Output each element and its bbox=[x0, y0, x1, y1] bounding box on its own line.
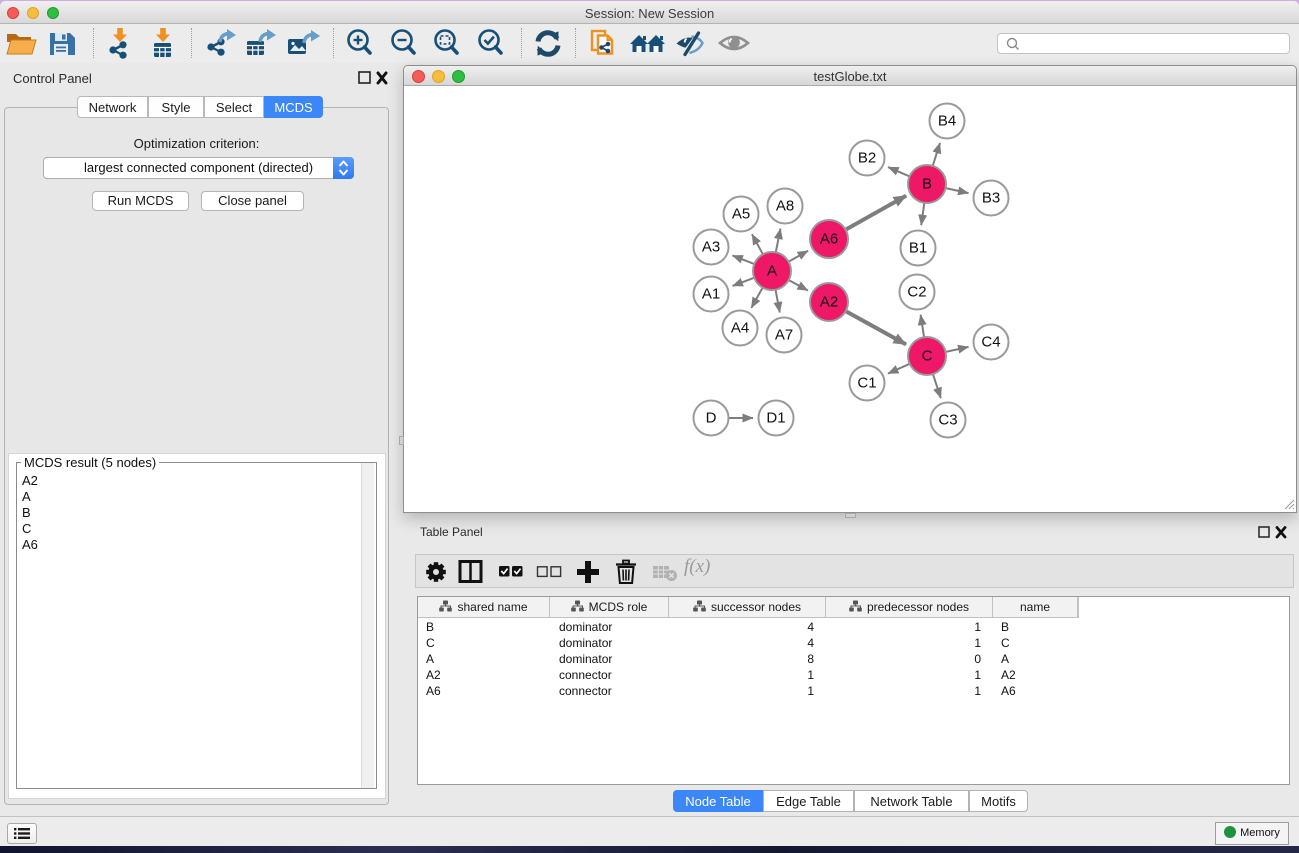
svg-text:C4: C4 bbox=[981, 334, 1000, 351]
svg-text:A6: A6 bbox=[820, 231, 838, 248]
svg-text:A2: A2 bbox=[820, 294, 838, 311]
svg-text:B: B bbox=[922, 176, 932, 193]
svg-text:A4: A4 bbox=[731, 320, 749, 337]
svg-text:A1: A1 bbox=[702, 286, 720, 303]
svg-text:C3: C3 bbox=[938, 412, 957, 429]
svg-text:D: D bbox=[706, 410, 717, 427]
svg-text:B1: B1 bbox=[909, 240, 927, 257]
svg-text:B3: B3 bbox=[982, 190, 1000, 207]
svg-text:D1: D1 bbox=[766, 410, 785, 427]
svg-text:B2: B2 bbox=[858, 150, 876, 167]
svg-text:A7: A7 bbox=[775, 327, 793, 344]
svg-text:A5: A5 bbox=[732, 206, 750, 223]
svg-text:A8: A8 bbox=[776, 198, 794, 215]
svg-text:A: A bbox=[767, 263, 777, 280]
svg-text:C2: C2 bbox=[907, 284, 926, 301]
svg-text:A3: A3 bbox=[702, 239, 720, 256]
svg-text:C: C bbox=[922, 348, 933, 365]
svg-text:C1: C1 bbox=[857, 375, 876, 392]
svg-text:B4: B4 bbox=[938, 113, 956, 130]
